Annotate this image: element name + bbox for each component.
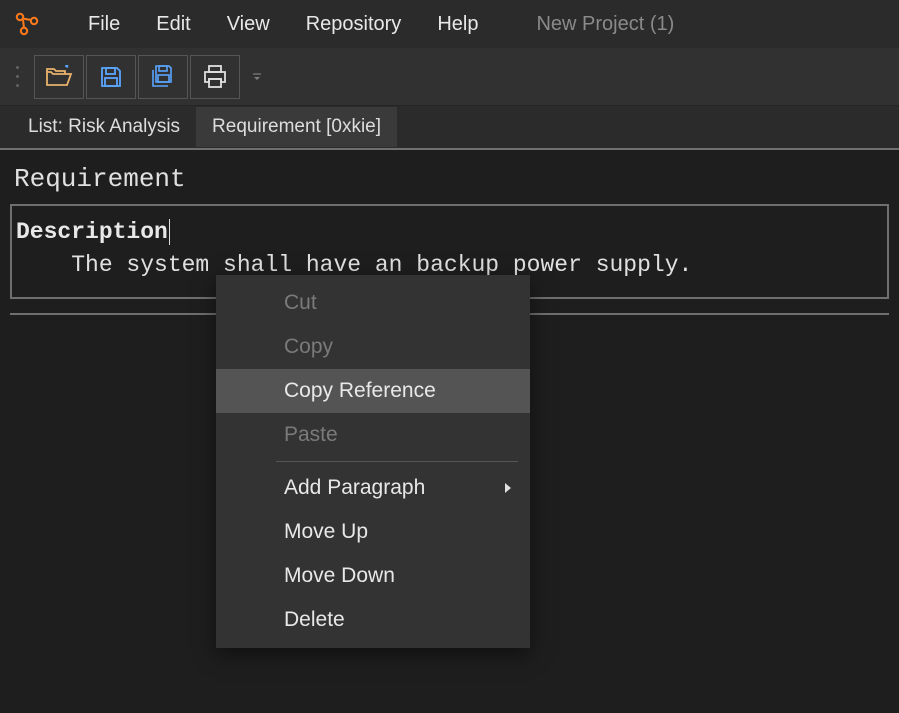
menubar: File Edit View Repository Help New Proje… <box>0 0 899 48</box>
menu-repository[interactable]: Repository <box>288 13 420 36</box>
save-button[interactable] <box>86 55 136 99</box>
content-heading: Requirement <box>0 150 899 204</box>
ctx-copy: Copy <box>216 325 530 369</box>
description-label: Description <box>16 219 170 245</box>
ctx-delete[interactable]: Delete <box>216 598 530 642</box>
floppy-disk-icon <box>99 65 123 89</box>
submenu-arrow-icon <box>504 476 512 500</box>
project-title: New Project (1) <box>536 13 674 36</box>
menu-view[interactable]: View <box>209 13 288 36</box>
floppy-disk-multiple-icon <box>150 64 176 90</box>
tab-bar: List: Risk Analysis Requirement [0xkie] <box>0 106 899 148</box>
ctx-move-up[interactable]: Move Up <box>216 510 530 554</box>
ctx-cut: Cut <box>216 281 530 325</box>
folder-open-icon <box>45 65 73 89</box>
ctx-separator <box>276 461 518 462</box>
open-button[interactable] <box>34 55 84 99</box>
save-all-button[interactable] <box>138 55 188 99</box>
menu-edit[interactable]: Edit <box>138 13 208 36</box>
ctx-add-paragraph[interactable]: Add Paragraph <box>216 466 530 510</box>
toolbar-grip-icon <box>16 63 24 91</box>
tab-requirement[interactable]: Requirement [0xkie] <box>196 107 397 147</box>
menu-file[interactable]: File <box>70 13 138 36</box>
ctx-copy-reference[interactable]: Copy Reference <box>216 369 530 413</box>
print-button[interactable] <box>190 55 240 99</box>
toolbar <box>0 48 899 106</box>
app-logo-icon <box>12 9 42 39</box>
context-menu: Cut Copy Copy Reference Paste Add Paragr… <box>216 275 530 648</box>
menu-help[interactable]: Help <box>419 13 496 36</box>
ctx-move-down[interactable]: Move Down <box>216 554 530 598</box>
tab-risk-analysis[interactable]: List: Risk Analysis <box>12 107 196 147</box>
toolbar-overflow-icon[interactable] <box>250 70 264 84</box>
printer-icon <box>202 65 228 89</box>
ctx-paste: Paste <box>216 413 530 457</box>
ctx-add-paragraph-label: Add Paragraph <box>284 476 425 500</box>
